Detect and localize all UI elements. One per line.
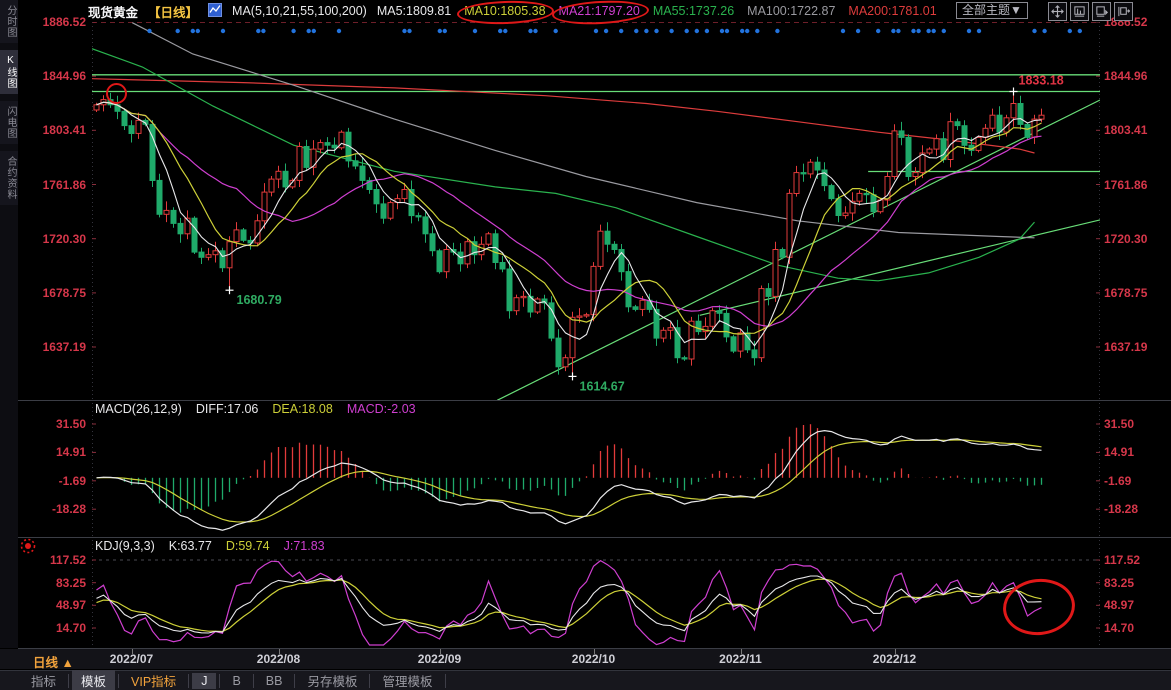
sidebar-item-0[interactable]: 分时图 <box>0 0 18 43</box>
tab-separator <box>68 674 69 688</box>
axis-label: -18.28 <box>1104 502 1168 516</box>
kdj-j-value: J:71.83 <box>284 539 325 553</box>
date-label: 2022/07 <box>100 652 164 666</box>
macd-header-row: MACD(26,12,9) DIFF:17.06 DEA:18.08 MACD:… <box>95 402 416 416</box>
ma-value-5: MA200:1781.01 <box>848 4 936 18</box>
macd-title: MACD(26,12,9) <box>95 402 182 416</box>
date-label: 2022/11 <box>709 652 773 666</box>
pane-scale-right-icon[interactable] <box>1092 2 1111 21</box>
pane-shift-right-icon[interactable] <box>1114 2 1133 21</box>
date-label: 2022/09 <box>408 652 472 666</box>
axis-label: 31.50 <box>1104 417 1168 431</box>
ma-value-3: MA55:1737.26 <box>653 4 734 18</box>
panel-divider <box>18 537 1171 538</box>
axis-label: 1844.96 <box>1104 69 1168 83</box>
symbol-title: 现货黄金 <box>88 2 138 21</box>
tab-separator <box>253 674 254 688</box>
candlestick-chart[interactable]: 1680.79 1614.67 1833.18 <box>92 22 1100 400</box>
ma-value-4: MA100:1722.87 <box>747 4 835 18</box>
tab-separator <box>219 674 220 688</box>
time-axis: 日线 ▲ 2022/07 2022/08 2022/09 2022/10 2022/11… <box>0 649 1171 669</box>
bottom-tab-5[interactable]: BB <box>257 673 292 689</box>
kdj-k-value: K:63.77 <box>169 539 212 553</box>
axis-label: 1637.19 <box>1104 340 1168 354</box>
axis-label: 1678.75 <box>1104 286 1168 300</box>
axis-label: 1637.19 <box>24 340 86 354</box>
kdj-panel[interactable] <box>92 540 1100 647</box>
chart-toolbar-icons <box>1048 2 1133 21</box>
panel-divider <box>18 400 1171 401</box>
kdj-title: KDJ(9,3,3) <box>95 539 155 553</box>
bottom-tab-6[interactable]: 另存模板 <box>298 670 366 690</box>
tab-separator <box>188 674 189 688</box>
bottom-tab-7[interactable]: 管理模板 <box>373 670 441 690</box>
macd-panel[interactable] <box>92 403 1100 537</box>
bottom-tab-bar: 指标模板VIP指标JBBB另存模板管理模板 <box>0 670 1171 690</box>
axis-label: 117.52 <box>1104 553 1168 567</box>
ma-settings-label: MA(5,10,21,55,100,200) <box>232 4 367 18</box>
move-tool-icon[interactable] <box>1048 2 1067 21</box>
period-dropdown[interactable]: 日线 ▲ <box>33 652 74 671</box>
panel-divider <box>18 648 1171 649</box>
axis-label: 31.50 <box>24 417 86 431</box>
axis-label: 14.91 <box>1104 445 1168 459</box>
axis-label: 83.25 <box>24 576 86 590</box>
axis-label: 14.70 <box>24 621 86 635</box>
axis-label: 1720.30 <box>1104 232 1168 246</box>
chart-type-icon <box>208 3 222 20</box>
bottom-tab-1[interactable]: 模板 <box>72 670 115 690</box>
axis-label: -1.69 <box>1104 474 1168 488</box>
macd-diff-value: DIFF:17.06 <box>196 402 259 416</box>
sidebar-item-3[interactable]: 合约资料 <box>0 151 18 205</box>
trading-app-window: 现货黄金 【日线】 MA(5,10,21,55,100,200) MA5:180… <box>0 0 1171 690</box>
axis-label: 1844.96 <box>24 69 86 83</box>
bottom-tab-3[interactable]: J <box>192 673 216 689</box>
ma-value-0: MA5:1809.81 <box>377 4 451 18</box>
svg-text:1614.67: 1614.67 <box>580 379 625 393</box>
date-label: 2022/12 <box>863 652 927 666</box>
axis-label: 1886.52 <box>24 15 86 29</box>
axis-label: 1803.41 <box>24 123 86 137</box>
date-label: 2022/10 <box>562 652 626 666</box>
date-label: 2022/08 <box>247 652 311 666</box>
candles <box>94 92 1044 377</box>
axis-label: 48.97 <box>24 598 86 612</box>
axis-label: -1.69 <box>24 474 86 488</box>
axis-label: 14.70 <box>1104 621 1168 635</box>
theme-selector-button[interactable]: 全部主题▼ <box>956 2 1028 19</box>
left-sidebar: 分时图 K线图闪电图合约资料 <box>0 0 18 648</box>
axis-label: 48.97 <box>1104 598 1168 612</box>
axis-label: -18.28 <box>24 502 86 516</box>
axis-label: 83.25 <box>1104 576 1168 590</box>
sidebar-item-1[interactable]: K线图 <box>0 50 18 94</box>
period-tag: 【日线】 <box>148 2 198 21</box>
tab-separator <box>118 674 119 688</box>
bottom-tab-4[interactable]: B <box>223 673 249 689</box>
indicator-sun-icon <box>19 537 37 560</box>
macd-dea-value: DEA:18.08 <box>272 402 332 416</box>
tab-separator <box>369 674 370 688</box>
sidebar-item-2[interactable]: 闪电图 <box>0 101 18 144</box>
kdj-d-value: D:59.74 <box>226 539 270 553</box>
svg-text:1833.18: 1833.18 <box>1019 74 1064 88</box>
extreme-marker <box>1010 88 1018 96</box>
bottom-tab-2[interactable]: VIP指标 <box>122 670 185 690</box>
pane-scale-left-icon[interactable] <box>1070 2 1089 21</box>
axis-label: 1761.86 <box>24 178 86 192</box>
axis-label: 1761.86 <box>1104 178 1168 192</box>
extreme-marker <box>569 372 577 380</box>
macd-bar-value: MACD:-2.03 <box>347 402 416 416</box>
axis-label: 1720.30 <box>24 232 86 246</box>
axis-label: 1678.75 <box>24 286 86 300</box>
kdj-header-row: KDJ(9,3,3) K:63.77 D:59.74 J:71.83 <box>95 539 325 553</box>
svg-text:1680.79: 1680.79 <box>237 293 282 307</box>
axis-label: 1803.41 <box>1104 123 1168 137</box>
bottom-tab-0[interactable]: 指标 <box>22 670 65 690</box>
annotation-circle-ma-cross <box>106 83 127 104</box>
tab-separator <box>445 674 446 688</box>
axis-label: 14.91 <box>24 445 86 459</box>
tab-separator <box>294 674 295 688</box>
extreme-marker <box>226 286 234 294</box>
